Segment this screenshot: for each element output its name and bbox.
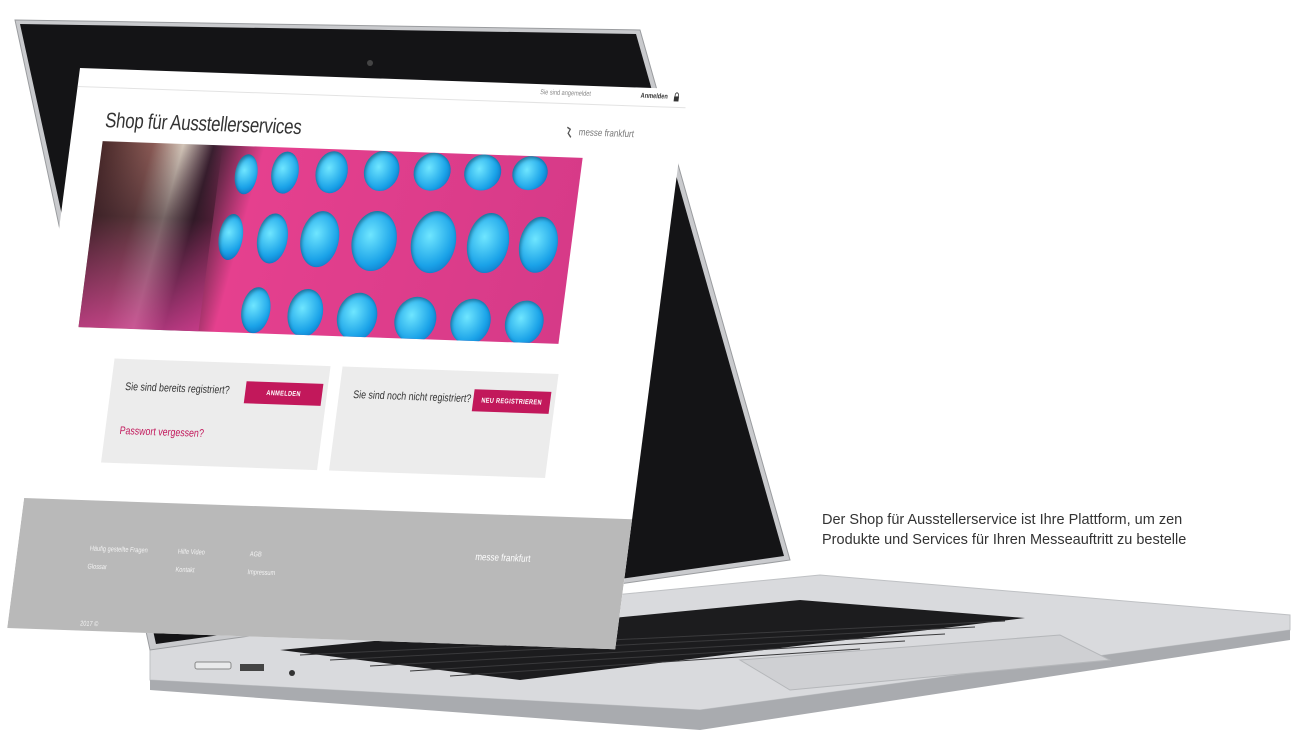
hero-visitors — [78, 141, 223, 332]
messe-logo-icon — [567, 126, 572, 138]
hero-circle — [253, 212, 291, 265]
hero-circle — [333, 292, 381, 342]
top-bar: Sie sind angemeldet Anmelden — [77, 68, 688, 109]
footer-link-glossary[interactable]: Glossar — [86, 559, 146, 579]
hero-circle — [238, 286, 274, 334]
footer-column-1: Häufig gestellte Fragen Glossar — [86, 541, 149, 579]
footer-link-faq[interactable]: Häufig gestellte Fragen — [89, 541, 149, 561]
hero-circle — [232, 153, 260, 195]
hero-circle — [312, 150, 351, 194]
footer-column-3: AGB Impressum — [246, 546, 278, 583]
description-caption: Der Shop für Ausstellerservice ist Ihre … — [822, 510, 1304, 550]
brand-logo[interactable]: messe frankfurt — [564, 125, 635, 141]
footer-copyright: 2017 © — [79, 620, 99, 629]
login-button[interactable]: ANMELDEN — [243, 381, 324, 406]
audio-port — [289, 670, 295, 676]
website-viewport: Sie sind angemeldet Anmelden Shop für Au… — [7, 68, 688, 650]
footer-link-imprint[interactable]: Impressum — [246, 564, 276, 583]
lock-icon[interactable] — [672, 92, 681, 102]
register-button[interactable]: NEU REGISTRIEREN — [471, 389, 552, 414]
hero-circle — [296, 210, 343, 268]
hero-circle — [502, 299, 547, 344]
hero-circle — [447, 298, 494, 344]
magsafe-port — [194, 661, 232, 670]
hero-circle — [391, 296, 440, 344]
forgot-password-link[interactable]: Passwort vergessen? — [119, 425, 205, 440]
hero-circle — [461, 153, 504, 192]
footer-link-terms[interactable]: AGB — [249, 546, 279, 565]
hero-circle — [361, 150, 402, 192]
login-status: Sie sind angemeldet — [539, 89, 592, 98]
login-question: Sie sind bereits registriert? — [124, 381, 231, 397]
login-card: Sie sind bereits registriert? ANMELDEN P… — [101, 358, 331, 471]
hero-circle — [284, 288, 327, 338]
hero-circle — [347, 210, 401, 272]
caption-line-2: Produkte und Services für Ihren Messeauf… — [822, 532, 1187, 548]
footer-link-help-video[interactable]: Hilfe Video — [177, 544, 206, 563]
hero-circle — [510, 155, 550, 191]
hero-circle — [407, 210, 460, 274]
caption-line-1: Der Shop für Ausstellerservice ist Ihre … — [822, 512, 1183, 528]
page-title: Shop für Ausstellerservices — [103, 109, 303, 139]
register-card: Sie sind noch nicht registriert? NEU REG… — [329, 366, 559, 479]
webcam — [367, 60, 373, 66]
login-link[interactable]: Anmelden — [640, 93, 668, 101]
footer-logo[interactable]: messe frankfurt — [475, 552, 532, 565]
hero-circle — [268, 151, 302, 195]
usb-port — [240, 664, 264, 671]
hero-circle — [411, 152, 454, 192]
hero-circle — [215, 213, 246, 261]
hero-circle — [463, 212, 513, 274]
footer-link-contact[interactable]: Kontakt — [174, 562, 203, 581]
hero-image — [78, 141, 583, 344]
register-question: Sie sind noch nicht registriert? — [352, 389, 472, 406]
laptop-screen: Sie sind angemeldet Anmelden Shop für Au… — [7, 68, 820, 650]
hero-circle — [515, 216, 562, 274]
site-footer: Häufig gestellte Fragen Glossar Hilfe Vi… — [7, 498, 633, 650]
brand-logo-text: messe frankfurt — [578, 127, 635, 141]
footer-column-2: Hilfe Video Kontakt — [174, 544, 206, 581]
